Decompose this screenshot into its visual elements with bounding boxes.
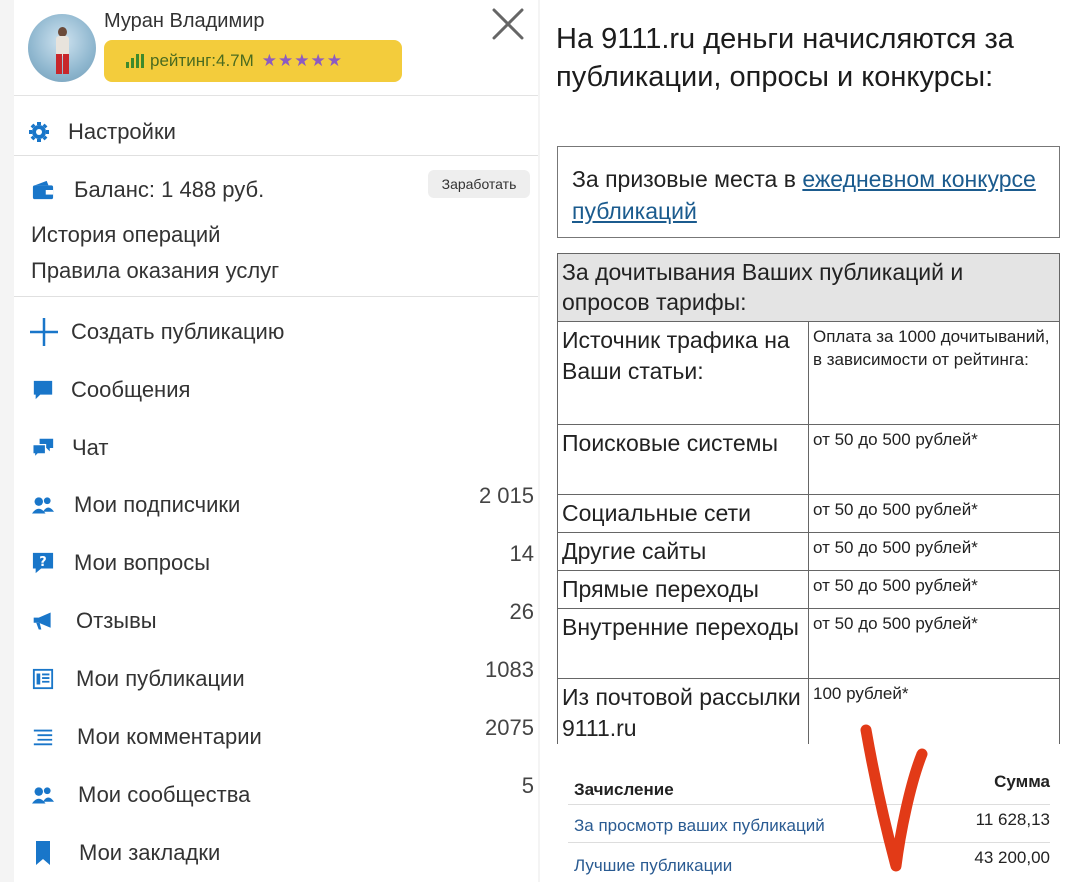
menu-item-bookmarks[interactable]: Мои закладки bbox=[14, 833, 538, 873]
accrual-column-sum: Сумма bbox=[994, 772, 1050, 791]
menu-item-messages[interactable]: Сообщения bbox=[14, 370, 538, 410]
menu-item-subscribers[interactable]: Мои подписчики 2 015 bbox=[14, 483, 538, 525]
menu-item-label: Мои закладки bbox=[79, 840, 221, 865]
tariff-table-title: За дочитывания Ваших публикаций и опросо… bbox=[557, 253, 1060, 322]
menu-item-label: Мои вопросы bbox=[74, 550, 211, 575]
table-row: Внутренние переходы от 50 до 500 рублей* bbox=[557, 608, 1060, 679]
side-menu-panel: Муран Владимир рейтинг:4.7M ★★★★★ Настро… bbox=[14, 0, 538, 882]
menu-item-count: 2 015 bbox=[478, 483, 534, 508]
users-icon bbox=[32, 494, 54, 516]
rules-link[interactable]: Правила оказания услуг bbox=[31, 258, 279, 284]
article-intro: На 9111.ru деньги начисляются за публика… bbox=[556, 23, 1014, 93]
row-payment: от 50 до 500 рублей* bbox=[808, 424, 1060, 495]
history-link[interactable]: История операций bbox=[31, 222, 220, 248]
gear-icon bbox=[28, 121, 50, 143]
menu-item-questions[interactable]: ? Мои вопросы 14 bbox=[14, 541, 538, 583]
menu-item-count: 2075 bbox=[485, 715, 534, 740]
row-source: Другие сайты bbox=[557, 532, 809, 571]
earn-button[interactable]: Заработать bbox=[428, 170, 530, 198]
table-row: Поисковые системы от 50 до 500 рублей* bbox=[557, 424, 1060, 495]
balance-label: Баланс: 1 488 руб. bbox=[74, 177, 265, 202]
row-payment: от 50 до 500 рублей* bbox=[808, 570, 1060, 609]
menu-item-count: 1083 bbox=[485, 657, 534, 682]
message-icon bbox=[32, 379, 54, 401]
table-row: Из почтовой рассылки 9111.ru 100 рублей* bbox=[557, 678, 1060, 749]
row-payment: от 50 до 500 рублей* bbox=[808, 608, 1060, 679]
menu-item-label: Отзывы bbox=[76, 608, 157, 633]
menu-item-communities[interactable]: Мои сообщества 5 bbox=[14, 773, 538, 815]
chat-icon bbox=[32, 437, 54, 459]
profile-header: Муран Владимир рейтинг:4.7M ★★★★★ bbox=[14, 0, 538, 96]
rating-stars: ★★★★★ bbox=[261, 51, 343, 70]
row-source: Социальные сети bbox=[557, 494, 809, 533]
user-name[interactable]: Муран Владимир bbox=[104, 10, 265, 33]
column-header-source: Источник трафика на Ваши статьи: bbox=[557, 321, 809, 425]
row-payment: от 50 до 500 рублей* bbox=[808, 494, 1060, 533]
menu-item-label: Сообщения bbox=[71, 377, 191, 402]
menu-item-label: Мои комментарии bbox=[77, 724, 262, 749]
rating-bars-icon bbox=[126, 54, 144, 68]
accrual-row-label[interactable]: За просмотр ваших публикаций bbox=[574, 816, 825, 836]
menu-item-label: Мои подписчики bbox=[74, 492, 241, 517]
prize-text: За призовые места в bbox=[572, 166, 803, 192]
row-source: Прямые переходы bbox=[557, 570, 809, 609]
document-icon bbox=[32, 668, 54, 690]
community-icon bbox=[32, 784, 54, 806]
menu-item-count: 14 bbox=[509, 541, 534, 566]
row-source: Из почтовой рассылки 9111.ru bbox=[557, 678, 809, 749]
menu-item-reviews[interactable]: Отзывы 26 bbox=[14, 599, 538, 641]
menu-item-count: 26 bbox=[509, 599, 534, 624]
menu-item-settings[interactable]: Настройки bbox=[14, 112, 538, 152]
row-source: Поисковые системы bbox=[557, 424, 809, 495]
accrual-card: Зачисление Сумма За просмотр ваших публи… bbox=[552, 744, 1076, 882]
table-row: Прямые переходы от 50 до 500 рублей* bbox=[557, 570, 1060, 609]
table-row: Другие сайты от 50 до 500 рублей* bbox=[557, 532, 1060, 571]
menu-item-count: 5 bbox=[521, 773, 534, 798]
question-icon: ? bbox=[32, 552, 54, 574]
column-header-payment: Оплата за 1000 дочитываний, в зависимост… bbox=[808, 321, 1060, 425]
rating-badge[interactable]: рейтинг:4.7M ★★★★★ bbox=[104, 40, 402, 82]
menu-item-publications[interactable]: Мои публикации 1083 bbox=[14, 657, 538, 699]
svg-text:?: ? bbox=[39, 555, 46, 570]
menu-item-label: Мои публикации bbox=[76, 666, 245, 691]
avatar[interactable] bbox=[28, 14, 96, 82]
menu-item-label: Настройки bbox=[68, 119, 176, 144]
table-header-row: Источник трафика на Ваши статьи: Оплата … bbox=[557, 321, 1060, 425]
row-payment: 100 рублей* bbox=[808, 678, 1060, 749]
table-row: Социальные сети от 50 до 500 рублей* bbox=[557, 494, 1060, 533]
row-source: Внутренние переходы bbox=[557, 608, 809, 679]
menu-item-label: Чат bbox=[72, 435, 109, 460]
tariff-table: За дочитывания Ваших публикаций и опросо… bbox=[557, 253, 1060, 749]
accrual-row-amount: 11 628,13 bbox=[975, 810, 1050, 829]
accrual-row-amount: 43 200,00 bbox=[974, 848, 1050, 867]
close-icon[interactable] bbox=[488, 4, 528, 44]
wallet-icon bbox=[32, 179, 54, 201]
menu-item-label: Мои сообщества bbox=[78, 782, 251, 807]
prize-box: За призовые места в ежедневном конкурсе … bbox=[557, 146, 1060, 238]
menu-item-comments[interactable]: Мои комментарии 2075 bbox=[14, 715, 538, 757]
plus-icon bbox=[28, 316, 60, 348]
accrual-column-name: Зачисление bbox=[574, 780, 674, 799]
row-payment: от 50 до 500 рублей* bbox=[808, 532, 1060, 571]
menu-item-create-publication[interactable]: Создать публикацию bbox=[14, 312, 538, 352]
rating-value: рейтинг:4.7M bbox=[150, 51, 254, 70]
menu-item-chat[interactable]: Чат bbox=[14, 428, 538, 468]
bookmark-icon bbox=[32, 841, 54, 865]
megaphone-icon bbox=[32, 610, 54, 632]
menu-item-label: Создать публикацию bbox=[71, 319, 285, 344]
list-icon bbox=[32, 726, 54, 748]
red-checkmark-icon bbox=[860, 724, 928, 872]
accrual-row-label[interactable]: Лучшие публикации bbox=[574, 856, 732, 876]
